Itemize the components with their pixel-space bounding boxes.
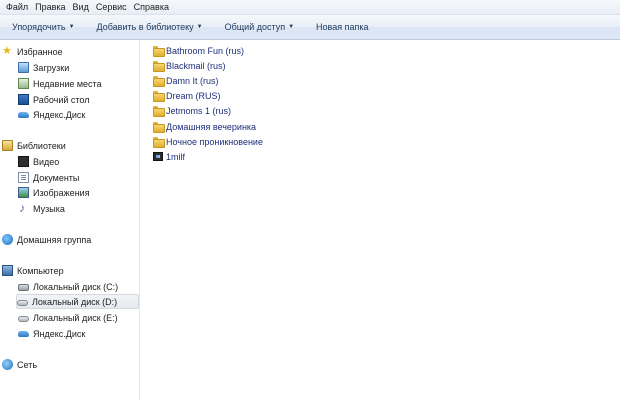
recent-places-icon [18,78,29,89]
nav-label: Видео [33,156,60,167]
music-icon [18,201,29,215]
folder-icon [153,76,165,87]
folder-icon [153,122,165,133]
list-item[interactable]: 1milf [153,149,453,164]
nav-item-downloads[interactable]: Загрузки [18,60,138,75]
nav-item-libraries[interactable]: Библиотеки [2,138,138,153]
nav-item-computer[interactable]: Компьютер [2,263,138,278]
add-to-library-label: Добавить в библиотеку [96,22,194,32]
nav-item-recent[interactable]: Недавние места [18,76,138,91]
file-list: Bathroom Fun (rus) Blackmail (rus) Damn … [141,40,620,400]
disk-icon [17,300,28,306]
navigation-pane: ★ Избранное Загрузки Недавние места Рабо… [0,40,140,400]
list-item[interactable]: Blackmail (rus) [153,58,453,73]
file-name: Jetmoms 1 (rus) [166,105,232,116]
menu-bar: Файл Правка Вид Сервис Справка [0,0,620,15]
nav-item-yandex-disk-computer[interactable]: Яндекс.Диск [18,326,138,341]
star-icon: ★ [2,45,12,57]
file-name: Damn It (rus) [166,75,219,86]
nav-label: Яндекс.Диск [33,109,86,120]
video-library-icon [18,156,29,167]
nav-label: Недавние места [33,78,102,89]
nav-item-music[interactable]: Музыка [18,201,138,216]
list-item[interactable]: Ночное проникновение [153,134,453,149]
share-button[interactable]: Общий доступ ▼ [219,22,300,32]
file-name: 1milf [166,151,186,162]
command-bar: Упорядочить ▼ Добавить в библиотеку ▼ Об… [0,15,620,40]
nav-item-disk-d[interactable]: Локальный диск (D:) [16,294,139,309]
video-file-icon [153,152,163,161]
nav-item-documents[interactable]: Документы [18,170,138,185]
organize-button[interactable]: Упорядочить ▼ [6,22,81,32]
downloads-icon [18,62,29,73]
nav-label: Избранное [17,46,63,57]
network-icon [2,359,13,370]
file-name: Домашняя вечеринка [166,121,257,132]
nav-item-yandex-disk[interactable]: Яндекс.Диск [18,107,138,122]
library-icon [2,140,13,151]
nav-label: Изображения [33,187,90,198]
nav-label: Рабочий стол [33,94,90,105]
list-item[interactable]: Dream (RUS) [153,88,453,103]
nav-item-favorites[interactable]: ★ Избранное [2,44,138,59]
list-item[interactable]: Jetmoms 1 (rus) [153,103,453,118]
list-item[interactable]: Bathroom Fun (rus) [153,43,453,58]
folder-icon [153,61,165,72]
menu-help[interactable]: Справка [134,2,169,12]
nav-item-video[interactable]: Видео [18,154,138,169]
menu-view[interactable]: Вид [73,2,89,12]
nav-label: Загрузки [33,62,70,73]
nav-item-images[interactable]: Изображения [18,185,138,200]
desktop-icon [18,94,29,105]
file-name: Bathroom Fun (rus) [166,45,245,56]
images-icon [18,187,29,198]
new-folder-button[interactable]: Новая папка [310,22,374,32]
menu-edit[interactable]: Правка [35,2,65,12]
nav-item-disk-e[interactable]: Локальный диск (E:) [18,310,138,325]
folder-icon [153,106,165,117]
file-name: Ночное проникновение [166,136,263,147]
menu-tools[interactable]: Сервис [96,2,127,12]
nav-label: Локальный диск (D:) [32,296,118,307]
list-item[interactable]: Damn It (rus) [153,73,453,88]
nav-label: Локальный диск (C:) [33,281,119,292]
nav-label: Локальный диск (E:) [33,312,118,323]
folder-icon [153,91,165,102]
nav-label: Библиотеки [17,140,66,151]
nav-label: Компьютер [17,265,64,276]
nav-item-homegroup[interactable]: Домашняя группа [2,232,138,247]
cloud-icon [18,328,29,339]
chevron-down-icon: ▼ [196,24,203,30]
computer-icon [2,265,13,276]
nav-label: Документы [33,172,80,183]
nav-label: Домашняя группа [17,234,92,245]
chevron-down-icon: ▼ [288,24,295,30]
nav-label: Сеть [17,359,38,370]
disk-icon [18,316,29,322]
folder-icon [153,46,165,57]
nav-item-disk-c[interactable]: Локальный диск (C:) [18,279,138,294]
documents-icon [18,172,29,183]
menu-file[interactable]: Файл [6,2,28,12]
nav-label: Музыка [33,203,65,214]
system-disk-icon [18,284,29,291]
organize-label: Упорядочить [12,22,66,32]
nav-label: Яндекс.Диск [33,328,86,339]
list-item[interactable]: Домашняя вечеринка [153,119,453,134]
file-name: Dream (RUS) [166,90,221,101]
file-name: Blackmail (rus) [166,60,226,71]
cloud-icon [18,109,29,120]
nav-item-desktop[interactable]: Рабочий стол [18,92,138,107]
homegroup-icon [2,234,13,245]
chevron-down-icon: ▼ [68,24,75,30]
share-label: Общий доступ [224,22,286,32]
add-to-library-button[interactable]: Добавить в библиотеку ▼ [91,22,209,32]
folder-icon [153,137,165,148]
new-folder-label: Новая папка [316,22,369,32]
nav-item-network[interactable]: Сеть [2,357,138,372]
explorer-window: Файл Правка Вид Сервис Справка Упорядочи… [0,0,620,400]
